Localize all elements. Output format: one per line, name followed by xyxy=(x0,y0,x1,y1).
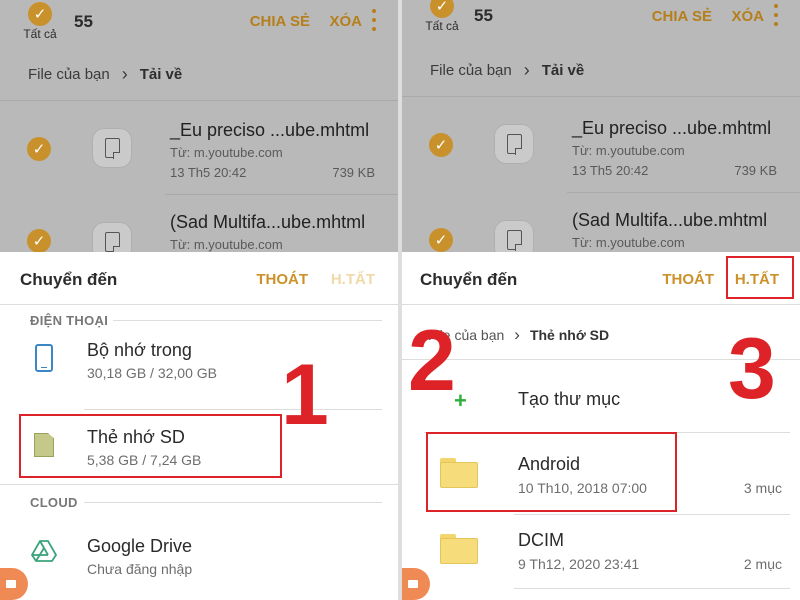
chevron-right-icon: › xyxy=(514,325,520,344)
divider xyxy=(402,304,800,305)
check-icon[interactable]: ✓ xyxy=(429,228,453,252)
breadcrumb-current: Tải về xyxy=(541,62,585,79)
divider xyxy=(567,192,800,193)
select-all-toggle[interactable]: ✓ Tất cả xyxy=(420,0,464,33)
check-icon: ✓ xyxy=(430,0,454,18)
selection-app-bar: ✓ Tất cả 55 CHIA SẺ XÓA xyxy=(0,0,398,44)
divider xyxy=(113,320,382,321)
breadcrumb-current: Tải về xyxy=(139,66,183,83)
chevron-right-icon: › xyxy=(121,64,128,84)
done-button[interactable]: H.TẤT xyxy=(331,271,375,288)
file-name: (Sad Multifa...ube.mhtml xyxy=(572,210,768,230)
file-name: _Eu preciso ...ube.mhtml xyxy=(572,118,772,138)
file-name: (Sad Multifa...ube.mhtml xyxy=(170,212,366,232)
breadcrumb-current: Thẻ nhớ SD xyxy=(529,327,610,343)
file-size: 739 KB xyxy=(734,163,777,178)
divider xyxy=(514,588,790,589)
folder-name: DCIM xyxy=(518,530,564,550)
selected-count: 55 xyxy=(74,12,93,31)
folder-item-count: 2 mục xyxy=(743,556,782,572)
create-folder-button[interactable]: Tạo thư mục xyxy=(518,389,620,410)
chevron-right-icon: › xyxy=(523,60,530,80)
move-to-sheet: Chuyển đến THOÁT H.TẤT ĐIỆN THOẠI Bộ nhớ… xyxy=(0,252,398,600)
check-icon: ✓ xyxy=(28,2,52,26)
breadcrumb-root[interactable]: File của bạn xyxy=(28,66,110,83)
breadcrumb: File của bạn › Tải về xyxy=(430,60,584,81)
divider xyxy=(84,502,382,503)
selected-count: 55 xyxy=(474,6,493,25)
dimmed-file-list: ✓ Tất cả 55 CHIA SẺ XÓA File của bạn › T… xyxy=(0,0,398,262)
file-name: _Eu preciso ...ube.mhtml xyxy=(170,120,370,140)
folder-row-dcim[interactable]: DCIM 9 Th12, 2020 23:41 2 mục xyxy=(402,518,800,588)
sheet-header: Chuyển đến THOÁT H.TẤT xyxy=(0,252,398,304)
select-all-label: Tất cả xyxy=(425,19,459,33)
sheet-title: Chuyển đến xyxy=(420,270,518,289)
selection-app-bar: ✓ Tất cả 55 CHIA SẺ XÓA xyxy=(402,0,800,44)
highlight-box xyxy=(726,256,794,299)
check-icon[interactable]: ✓ xyxy=(27,137,51,161)
select-all-toggle[interactable]: ✓ Tất cả xyxy=(18,2,62,41)
location-internal-storage[interactable]: Bộ nhớ trong 30,18 GB / 32,00 GB xyxy=(0,338,398,408)
highlight-box xyxy=(426,432,677,512)
move-to-sheet: Chuyển đến THOÁT H.TẤT File của bạn › Th… xyxy=(402,252,800,600)
highlight-box xyxy=(19,414,282,478)
delete-button[interactable]: XÓA xyxy=(731,8,764,25)
delete-button[interactable]: XÓA xyxy=(329,13,362,30)
location-name: Bộ nhớ trong xyxy=(87,340,192,360)
divider xyxy=(0,304,398,305)
folder-date: 9 Th12, 2020 23:41 xyxy=(518,556,640,572)
dimmed-file-list: ✓ Tất cả 55 CHIA SẺ XÓA File của bạn › T… xyxy=(402,0,800,260)
google-drive-icon xyxy=(31,540,57,562)
check-icon[interactable]: ✓ xyxy=(429,133,453,157)
check-icon[interactable]: ✓ xyxy=(27,229,51,253)
file-size: 739 KB xyxy=(332,165,375,180)
more-options-icon[interactable] xyxy=(772,4,780,26)
file-source: Từ: m.youtube.com xyxy=(572,143,685,158)
divider xyxy=(402,96,800,97)
select-all-label: Tất cả xyxy=(23,27,57,41)
more-options-icon[interactable] xyxy=(370,9,378,31)
step-number-2: 2 xyxy=(408,313,456,409)
location-name: Google Drive xyxy=(87,536,193,556)
section-cloud-label: CLOUD xyxy=(30,495,78,510)
divider xyxy=(0,100,398,101)
location-detail: Chưa đăng nhập xyxy=(87,561,193,577)
divider xyxy=(0,484,398,485)
file-date: 13 Th5 20:42 xyxy=(170,165,247,180)
sheet-title: Chuyển đến xyxy=(20,270,118,289)
section-phone-label: ĐIỆN THOẠI xyxy=(30,313,109,328)
cancel-button[interactable]: THOÁT xyxy=(256,271,308,288)
phone-icon xyxy=(35,344,53,372)
breadcrumb-root[interactable]: File của bạn xyxy=(430,62,512,79)
file-date: 13 Th5 20:42 xyxy=(572,163,649,178)
cancel-button[interactable]: THOÁT xyxy=(662,271,714,288)
share-button[interactable]: CHIA SẺ xyxy=(250,13,310,30)
divider xyxy=(84,409,382,410)
right-panel: ✓ Tất cả 55 CHIA SẺ XÓA File của bạn › T… xyxy=(402,0,800,600)
file-source: Từ: m.youtube.com xyxy=(572,235,685,250)
breadcrumb: File của bạn › Tải về xyxy=(28,64,182,85)
divider xyxy=(165,194,398,195)
folder-icon xyxy=(440,534,478,564)
folder-item-count: 3 mục xyxy=(743,480,782,496)
document-icon xyxy=(494,124,534,164)
file-row[interactable]: ✓ _Eu preciso ...ube.mhtml Từ: m.youtube… xyxy=(0,102,398,194)
plus-icon: + xyxy=(454,388,467,413)
location-detail: 30,18 GB / 32,00 GB xyxy=(87,365,217,381)
step-number-1: 1 xyxy=(281,347,329,443)
step-number-3: 3 xyxy=(728,321,776,417)
divider xyxy=(514,514,790,515)
left-panel: ✓ Tất cả 55 CHIA SẺ XÓA File của bạn › T… xyxy=(0,0,398,600)
location-google-drive[interactable]: Google Drive Chưa đăng nhập xyxy=(0,524,398,594)
file-source: Từ: m.youtube.com xyxy=(170,145,283,160)
share-button[interactable]: CHIA SẺ xyxy=(652,8,712,25)
file-row[interactable]: ✓ _Eu preciso ...ube.mhtml Từ: m.youtube… xyxy=(402,98,800,190)
file-source: Từ: m.youtube.com xyxy=(170,237,283,252)
document-icon xyxy=(92,128,132,168)
